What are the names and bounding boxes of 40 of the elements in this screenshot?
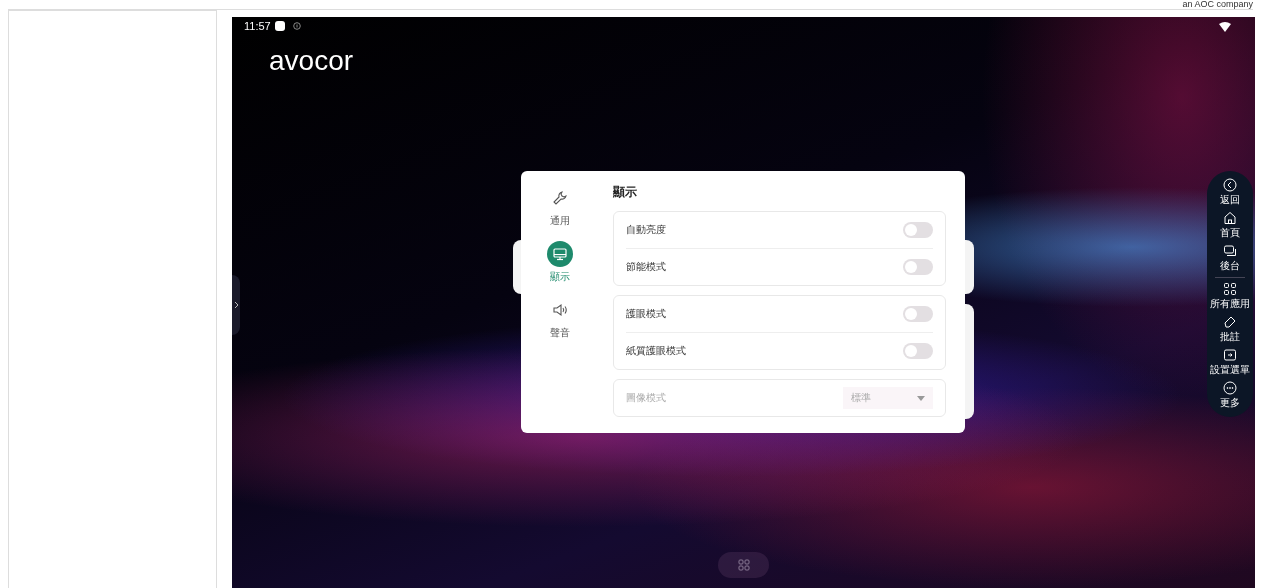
setting-label: 節能模式 [626,260,666,274]
apps-grid-icon [1223,282,1237,296]
input-source-icon [1223,348,1237,362]
toolbar-button[interactable]: 返回 [1220,178,1240,207]
windows-icon [1223,244,1237,258]
setting-label: 紙質護眼模式 [626,344,686,358]
home-icon [1223,211,1237,225]
setting-label: 護眼模式 [626,307,666,321]
toolbar-button[interactable]: 首頁 [1220,211,1240,240]
monitor-icon [552,246,568,262]
wifi-icon [1219,22,1231,32]
toolbar-button[interactable]: 批註 [1220,315,1240,344]
page-title: 顯示 [613,184,638,201]
toolbar-button[interactable]: 設置選單 [1210,348,1250,377]
setting-label: 圖像模式 [626,391,666,405]
nav-item[interactable]: 通用 [547,185,573,228]
wrench-icon [552,190,568,206]
toolbar-button[interactable]: 所有應用 [1210,282,1250,311]
tagline: an AOC company [1182,0,1253,9]
pen-icon [1223,315,1237,329]
speaker-icon [552,302,568,318]
toggle-switch[interactable] [903,222,933,238]
more-icon [1223,381,1237,395]
info-icon [292,22,301,30]
apps-grid-icon [737,559,750,571]
toggle-switch[interactable] [903,343,933,359]
status-time: 11:57 [244,20,271,32]
toggle-switch[interactable] [903,259,933,275]
back-icon [1223,178,1237,192]
logo: avocor [269,45,354,77]
toolbar-button[interactable]: 後台 [1220,244,1240,273]
drawer-handle[interactable] [232,275,240,335]
toggle-switch[interactable] [903,306,933,322]
nav-item[interactable]: 聲音 [547,297,573,340]
notification-icon [274,21,285,31]
chevron-right-icon [233,301,239,309]
app-launcher-button[interactable] [718,552,769,578]
toolbar-button[interactable]: 更多 [1220,381,1240,410]
setting-label: 自動亮度 [626,223,666,237]
caret-icon [917,395,925,401]
